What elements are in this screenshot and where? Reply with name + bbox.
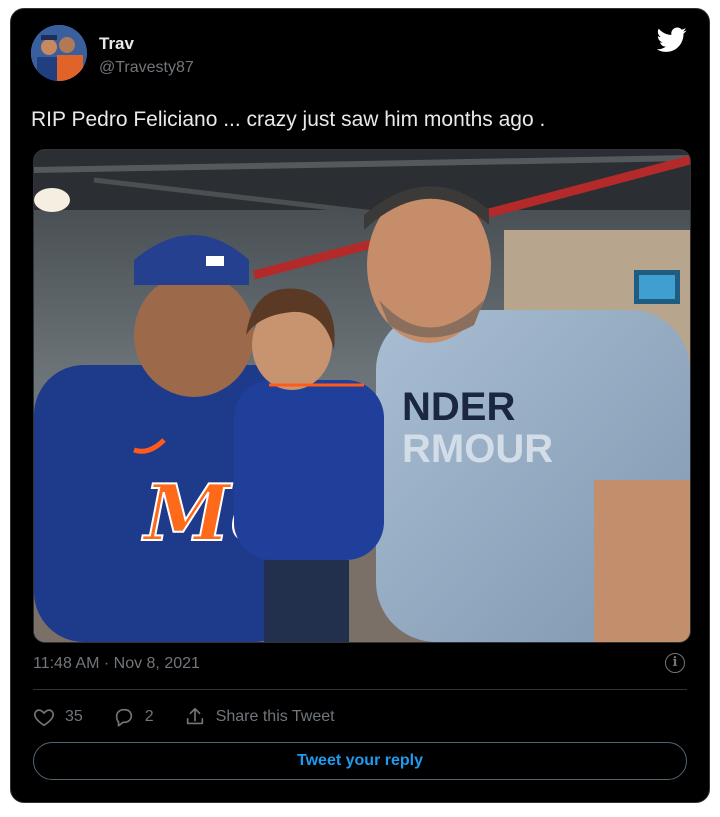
author-handle[interactable]: @Travesty87 [99, 59, 194, 77]
tweet-text: RIP Pedro Feliciano ... crazy just saw h… [31, 108, 546, 131]
like-count: 35 [65, 708, 83, 725]
shirt-brand-line2: RMOUR [402, 427, 553, 471]
reply-bubble-icon [115, 708, 132, 727]
share-label: Share this Tweet [215, 708, 335, 725]
tweet-timestamp[interactable]: 11:48 AM · Nov 8, 2021 [33, 655, 200, 673]
like-button[interactable]: 35 [33, 706, 83, 728]
tweet-actions: 35 2 Share this Tweet [33, 705, 365, 729]
author-name[interactable]: Trav [99, 34, 134, 54]
share-icon [186, 707, 203, 725]
shirt-brand-line1: NDER [402, 385, 515, 429]
reply-button[interactable]: 2 [113, 706, 154, 728]
tweet-photo[interactable]: NDER RMOUR Me [33, 149, 691, 643]
tweet-card: Trav @Travesty87 RIP Pedro Feliciano ...… [10, 8, 710, 803]
heart-icon [34, 709, 54, 727]
share-button[interactable]: Share this Tweet [184, 706, 335, 728]
twitter-bird-icon[interactable] [656, 27, 687, 53]
info-icon[interactable]: i [665, 653, 685, 673]
avatar[interactable] [31, 25, 87, 81]
tweet-your-reply-button[interactable]: Tweet your reply [33, 742, 687, 780]
reply-count: 2 [144, 708, 154, 725]
divider [33, 689, 687, 690]
